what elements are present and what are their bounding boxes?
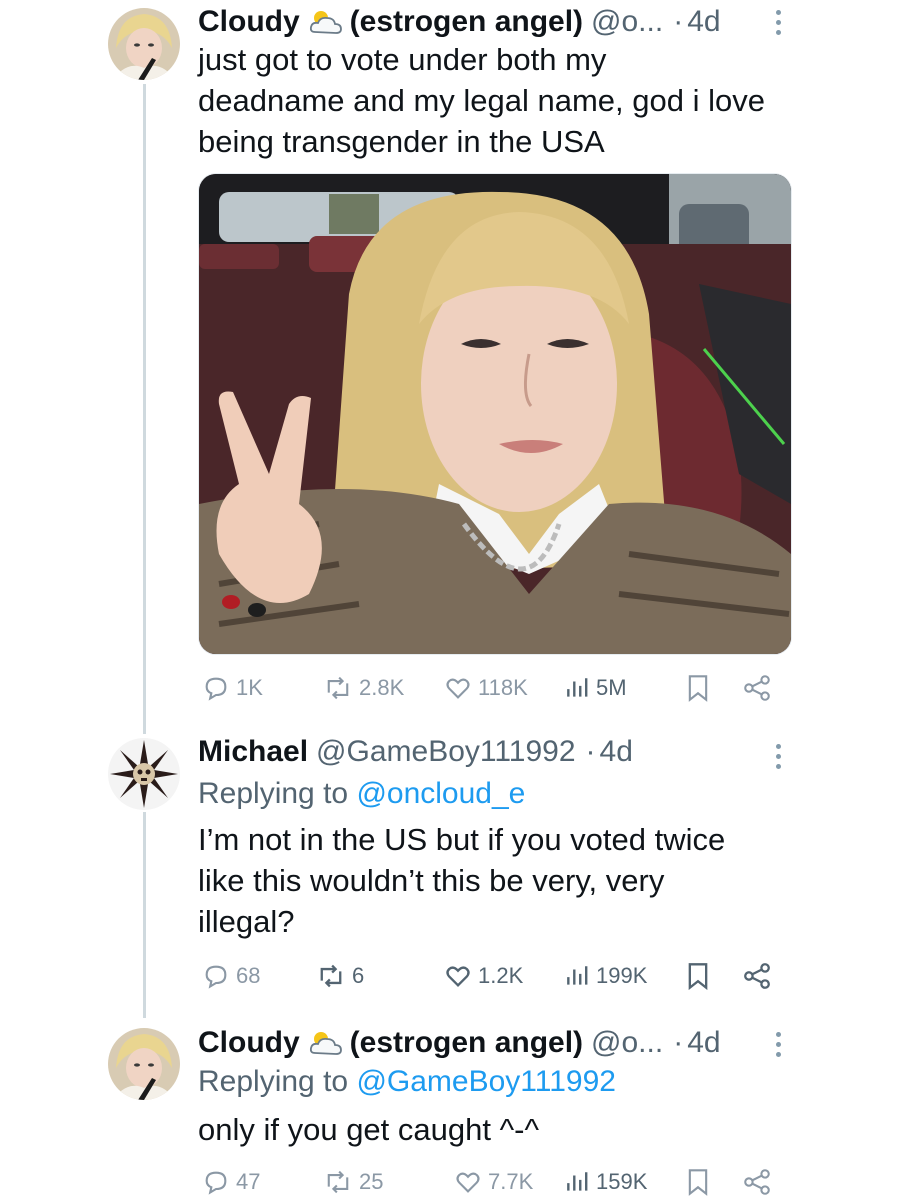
separator-dot: · [673, 1026, 684, 1059]
reply-count: 47 [236, 1169, 261, 1194]
views-button[interactable]: 5M [564, 668, 627, 708]
views-icon [567, 966, 588, 985]
share-button[interactable] [742, 1162, 772, 1202]
user-handle[interactable]: @o... [591, 1022, 663, 1064]
bookmark-button[interactable] [686, 956, 710, 996]
timestamp[interactable]: 4d [687, 1022, 720, 1064]
avatar-cloudy[interactable] [108, 1028, 180, 1100]
display-name-suffix: (estrogen angel) [349, 1026, 584, 1059]
selfie-image [199, 174, 791, 654]
thread-line-2 [143, 812, 146, 1018]
separator-dot: · [585, 735, 596, 768]
sun-behind-cloud-icon [309, 11, 342, 34]
views-button[interactable]: 199K [564, 956, 647, 996]
share-icon [744, 675, 770, 701]
like-count: 1.2K [478, 963, 524, 988]
views-count: 159K [596, 1169, 648, 1194]
more-options-icon[interactable] [760, 1024, 796, 1064]
display-name[interactable]: Michael [198, 731, 308, 773]
repost-icon [327, 1170, 349, 1194]
reply-button[interactable]: 1K [202, 668, 263, 708]
repost-button[interactable]: 6 [316, 956, 364, 996]
tweet-text: only if you get caught ^-^ [198, 1112, 539, 1147]
tweet-3-actions: 47 25 7.7K 159K [198, 1162, 798, 1202]
replying-to-line: Replying to @oncloud_e [198, 774, 525, 814]
like-button[interactable]: 7.7K [454, 1162, 533, 1202]
replying-to-mention[interactable]: @oncloud_e [356, 777, 525, 810]
share-button[interactable] [742, 668, 772, 708]
like-button[interactable]: 118K [444, 668, 528, 708]
views-count: 5M [596, 675, 627, 700]
display-name[interactable]: Cloudy [198, 1022, 300, 1064]
reply-count: 1K [236, 675, 263, 700]
tweet-1-actions: 1K 2.8K 118K 5M [198, 668, 798, 708]
more-options-icon[interactable] [760, 2, 796, 42]
user-handle[interactable]: @GameBoy111992 [316, 731, 576, 773]
repost-button[interactable]: 2.8K [323, 668, 404, 708]
replying-to-mention[interactable]: @GameBoy111992 [356, 1065, 616, 1098]
heart-icon [446, 966, 470, 987]
replying-to-line: Replying to @GameBoy111992 [198, 1062, 616, 1102]
share-icon [744, 963, 770, 989]
bookmark-icon [688, 1169, 708, 1196]
sun-behind-cloud-icon [309, 1032, 342, 1055]
views-button[interactable]: 159K [564, 1162, 647, 1202]
tweet-photo[interactable] [198, 173, 792, 655]
display-name[interactable]: Cloudy [198, 1, 300, 43]
tweet-1-header: Cloudy (estrogen angel) @o... · 4d [198, 1, 790, 43]
bookmark-button[interactable] [686, 668, 710, 708]
timestamp[interactable]: 4d [687, 1, 720, 43]
reply-icon [205, 965, 227, 989]
thread-line-1 [143, 84, 146, 734]
reply-count: 68 [236, 963, 261, 988]
bookmark-icon [688, 675, 708, 702]
repost-count: 6 [352, 963, 365, 988]
heart-icon [456, 1172, 480, 1193]
views-icon [567, 1172, 588, 1191]
avatar-michael[interactable] [108, 738, 180, 810]
replying-to-label: Replying to [198, 1065, 349, 1098]
replying-to-label: Replying to [198, 777, 349, 810]
display-name-suffix: (estrogen angel) [349, 5, 584, 38]
more-options-icon[interactable] [760, 736, 796, 776]
views-icon [567, 678, 588, 697]
tweet-2-actions: 68 6 1.2K 199K [198, 956, 798, 996]
repost-count: 2.8K [359, 675, 405, 700]
repost-icon [327, 676, 349, 700]
tweet-text: just got to vote under both my deadname … [198, 42, 765, 159]
tweet-3-header: Cloudy (estrogen angel) @o... · 4d [198, 1022, 790, 1064]
timestamp[interactable]: 4d [600, 731, 633, 773]
avatar-cloudy[interactable] [108, 8, 180, 80]
reply-button[interactable]: 68 [202, 956, 260, 996]
like-count: 7.7K [488, 1169, 534, 1194]
share-button[interactable] [742, 956, 772, 996]
tweet-2-header: Michael @GameBoy111992 · 4d [198, 731, 790, 773]
share-icon [744, 1169, 770, 1195]
reply-icon [205, 1171, 227, 1195]
reply-button[interactable]: 47 [202, 1162, 260, 1202]
user-handle[interactable]: @o... [591, 1, 663, 43]
like-count: 118K [478, 675, 528, 700]
repost-button[interactable]: 25 [323, 1162, 383, 1202]
separator-dot: · [673, 5, 684, 38]
bookmark-button[interactable] [686, 1162, 710, 1202]
heart-icon [446, 678, 470, 699]
like-button[interactable]: 1.2K [444, 956, 523, 996]
reply-icon [205, 677, 227, 701]
tweet-text: I’m not in the US but if you voted twice… [198, 822, 726, 939]
repost-count: 25 [359, 1169, 384, 1194]
views-count: 199K [596, 963, 648, 988]
repost-icon [320, 964, 342, 988]
bookmark-icon [688, 963, 708, 990]
